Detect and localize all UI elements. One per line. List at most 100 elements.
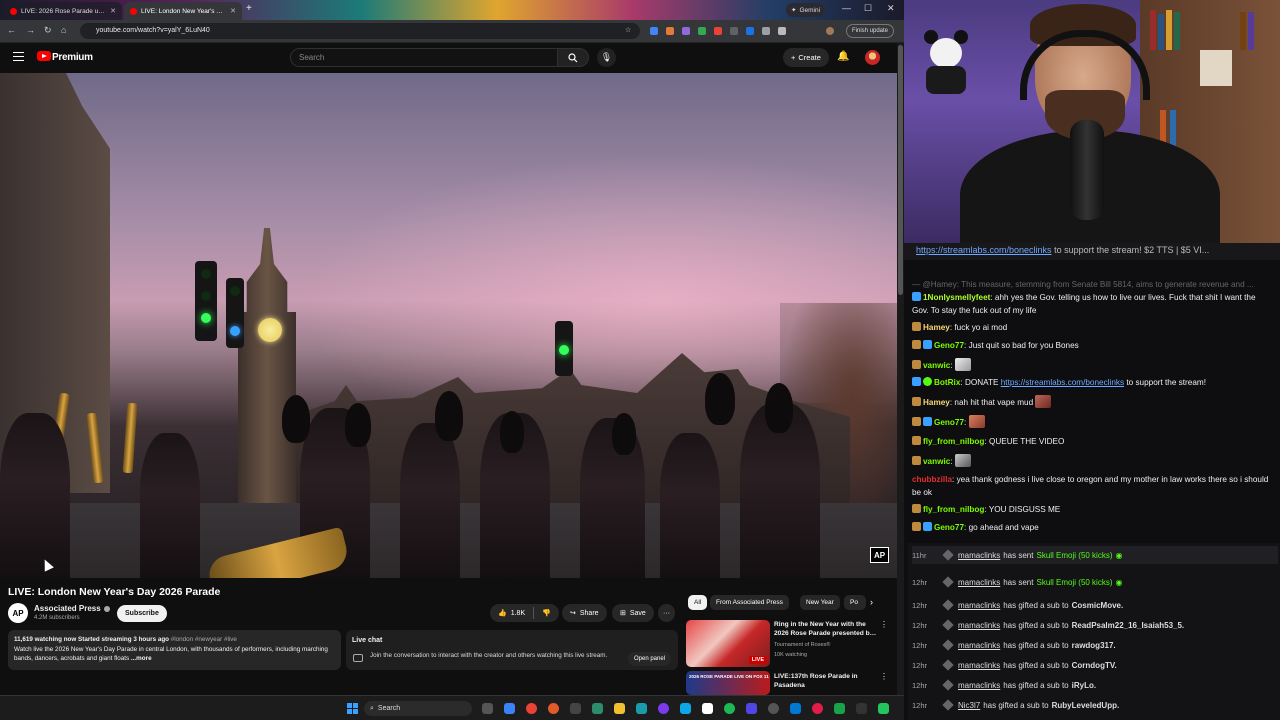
chevron-right-icon[interactable]: ›	[870, 597, 873, 607]
extension-icon[interactable]	[714, 27, 722, 35]
puzzle-icon[interactable]	[762, 27, 770, 35]
chip-from-associated-press[interactable]: From Associated Press	[710, 595, 789, 610]
event-user[interactable]: Nic3l7	[958, 701, 980, 710]
taskbar-search[interactable]: ⌕ Search	[364, 701, 472, 716]
extension-icon[interactable]	[682, 27, 690, 35]
extension-icon[interactable]	[650, 27, 658, 35]
dislike-icon[interactable]: 👎	[542, 609, 551, 617]
app-icon[interactable]	[768, 703, 779, 714]
app-icon[interactable]	[680, 703, 691, 714]
edge-icon[interactable]	[504, 703, 515, 714]
home-icon[interactable]: ⌂	[61, 25, 66, 35]
chat-username[interactable]: BotRix	[934, 378, 960, 387]
like-count[interactable]: 1.8K	[511, 610, 525, 617]
finish-update-button[interactable]: Finish update	[846, 24, 895, 38]
back-icon[interactable]: ←	[7, 25, 16, 35]
tab-rose-parade[interactable]: LIVE: 2026 Rose Parade under ✕	[4, 2, 122, 20]
event-user[interactable]: mamaclinks	[958, 601, 1000, 610]
app-icon[interactable]	[878, 703, 889, 714]
chip-all[interactable]: All	[688, 595, 708, 610]
minimize-icon[interactable]: —	[842, 3, 851, 13]
url-field[interactable]: youtube.com/watch?v=yalY_6LuN40	[80, 23, 640, 39]
forward-icon[interactable]: →	[26, 25, 35, 35]
channel-avatar[interactable]: AP	[8, 603, 28, 623]
tab-london-parade[interactable]: LIVE: London New Year's Day 2 ✕	[124, 2, 242, 20]
bookmark-star-icon[interactable]: ☆	[625, 26, 631, 34]
notifications-bell-icon[interactable]: 🔔	[837, 51, 849, 62]
app-icon[interactable]	[702, 703, 713, 714]
chat-username[interactable]: Hamey	[923, 398, 950, 407]
event-user[interactable]: mamaclinks	[958, 641, 1000, 650]
youtube-logo-icon[interactable]	[37, 51, 51, 61]
description-hashtags[interactable]: #london #newyear #live	[169, 636, 237, 643]
chat-username[interactable]: vanwic	[923, 361, 950, 370]
close-tab-icon[interactable]: ✕	[230, 7, 236, 15]
rec-title[interactable]: LIVE:137th Rose Parade in Pasadena	[774, 673, 878, 690]
new-tab-icon[interactable]: +	[246, 3, 252, 14]
extension-icon[interactable]	[666, 27, 674, 35]
app-icon[interactable]	[834, 703, 845, 714]
close-tab-icon[interactable]: ✕	[110, 7, 116, 15]
search-input[interactable]: Search	[290, 48, 558, 67]
save-button[interactable]: ⊞ Save	[612, 604, 654, 622]
extension-icon[interactable]	[698, 27, 706, 35]
app-icon[interactable]	[856, 703, 867, 714]
chat-username[interactable]: Geno77	[934, 418, 964, 427]
app-icon[interactable]	[570, 703, 581, 714]
rec-title[interactable]: Ring in the New Year with the 2026 Rose …	[774, 621, 878, 638]
more-vertical-icon[interactable]: ⋮	[880, 672, 888, 681]
chat-username[interactable]: Geno77	[934, 523, 964, 532]
event-user[interactable]: mamaclinks	[958, 621, 1000, 630]
task-view-icon[interactable]	[482, 703, 493, 714]
menu-icon[interactable]	[13, 52, 24, 61]
spotify-icon[interactable]	[724, 703, 735, 714]
more-actions-button[interactable]: ···	[658, 604, 675, 622]
event-user[interactable]: mamaclinks	[958, 551, 1000, 560]
chat-username[interactable]: 1Nonlysmellyfeet	[923, 293, 990, 302]
browser-icon[interactable]	[548, 703, 559, 714]
description-more-link[interactable]: ...more	[131, 655, 152, 662]
more-vertical-icon[interactable]: ⋮	[880, 620, 888, 629]
channel-name[interactable]: Associated Press	[34, 604, 110, 613]
extension-icon[interactable]	[730, 27, 738, 35]
channel-name-text[interactable]: Associated Press	[34, 604, 101, 613]
chat-username[interactable]: Hamey	[923, 323, 950, 332]
event-user[interactable]: mamaclinks	[958, 661, 1000, 670]
rec-channel[interactable]: Tournament of Roses®	[774, 642, 830, 648]
chat-username[interactable]: vanwic	[923, 457, 950, 466]
close-window-icon[interactable]: ✕	[887, 3, 895, 14]
chat-username[interactable]: Geno77	[934, 341, 964, 350]
like-icon[interactable]: 👍	[498, 609, 507, 617]
maximize-icon[interactable]: ☐	[864, 3, 872, 14]
reload-icon[interactable]: ↻	[44, 25, 52, 36]
chat-username[interactable]: chubbzilla	[912, 475, 952, 484]
subscribe-button[interactable]: Subscribe	[117, 605, 167, 622]
chat-username[interactable]: fly_from_nilbog	[923, 505, 984, 514]
chip-new-year[interactable]: New Year	[800, 595, 840, 610]
rec-thumbnail[interactable]: 2026 ROSE PARADE LIVE ON FOX 11	[686, 671, 770, 695]
video-player[interactable]: AP	[0, 73, 897, 578]
app-icon[interactable]	[746, 703, 757, 714]
youtube-brand[interactable]: Premium	[52, 52, 93, 63]
chat-username[interactable]: fly_from_nilbog	[923, 437, 984, 446]
chrome-icon[interactable]	[526, 703, 537, 714]
windows-start-icon[interactable]	[347, 703, 358, 714]
app-icon[interactable]	[636, 703, 647, 714]
create-button[interactable]: + Create	[783, 48, 829, 67]
app-icon[interactable]	[790, 703, 801, 714]
rec-thumbnail[interactable]: LIVE	[686, 620, 770, 667]
chip-po[interactable]: Po	[844, 595, 866, 610]
open-panel-button[interactable]: Open panel	[628, 652, 672, 666]
app-icon[interactable]	[592, 703, 603, 714]
event-user[interactable]: mamaclinks	[958, 681, 1000, 690]
gemini-button[interactable]: ✦ Gemini	[786, 3, 826, 17]
downloads-icon[interactable]	[778, 27, 786, 35]
file-explorer-icon[interactable]	[614, 703, 625, 714]
chat-link[interactable]: https://streamlabs.com/boneclinks	[1001, 378, 1124, 387]
share-button[interactable]: ↪ Share	[562, 604, 607, 622]
profile-avatar[interactable]	[826, 27, 834, 35]
account-avatar[interactable]	[865, 50, 880, 65]
pinned-link[interactable]: https://streamlabs.com/boneclinks	[916, 245, 1052, 255]
obs-icon[interactable]	[658, 703, 669, 714]
voice-search-button[interactable]: 🎙	[597, 48, 616, 67]
